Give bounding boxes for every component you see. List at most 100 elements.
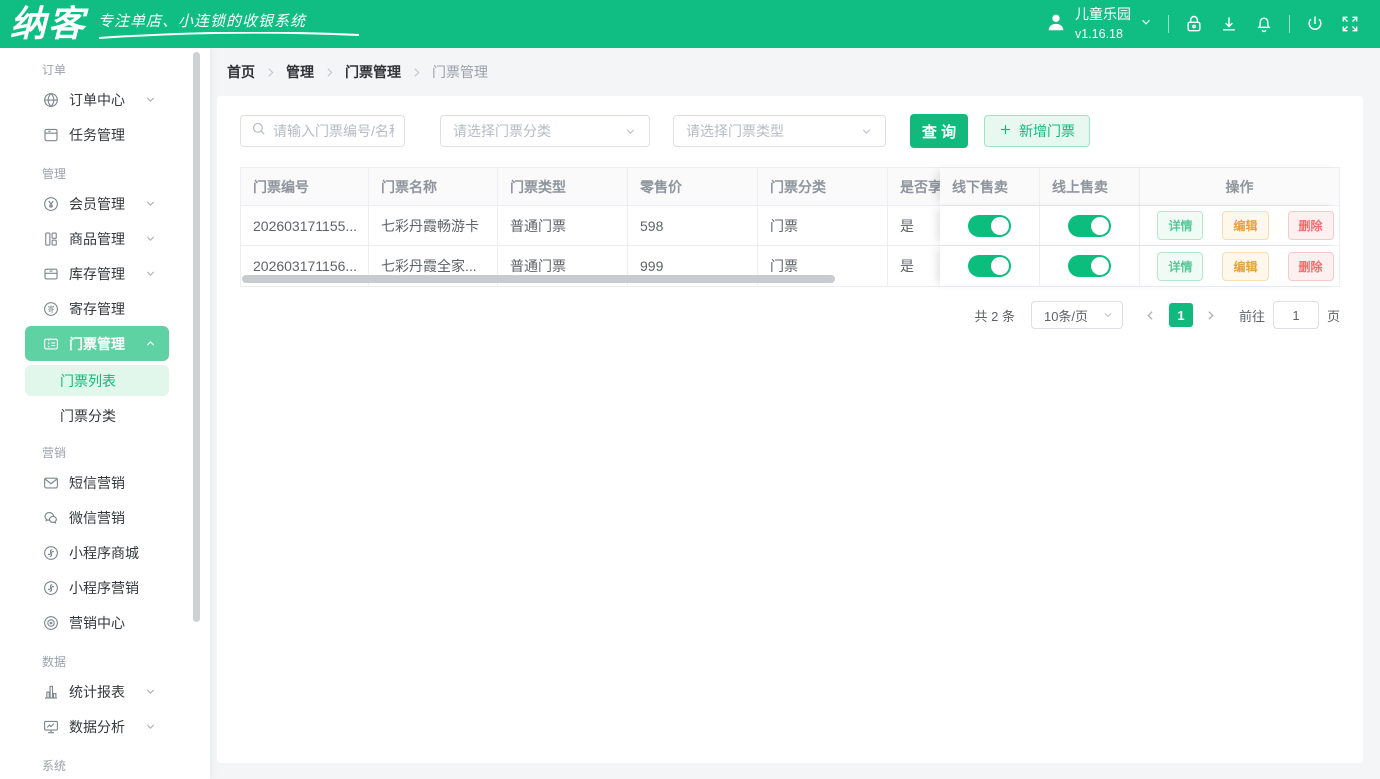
sidebar-item-微信营销[interactable]: 微信营销	[25, 500, 169, 535]
download-icon[interactable]	[1219, 14, 1239, 34]
online-sale-toggle[interactable]	[1068, 255, 1111, 277]
logo-tagline: 专注单店、小连锁的收银系统	[98, 10, 360, 31]
delete-button[interactable]: 删除	[1288, 211, 1334, 240]
breadcrumb-item: 门票管理	[432, 62, 488, 82]
column-header: 门票名称	[369, 168, 498, 205]
sidebar-item-营销中心[interactable]: 营销中心	[25, 605, 169, 640]
logo-underline-swoosh	[98, 32, 360, 40]
page-unit-label: 页	[1327, 306, 1340, 325]
column-header: 零售价	[628, 168, 758, 205]
column-header: 线上售卖	[1040, 168, 1140, 205]
sms-icon	[42, 474, 60, 492]
ticket-search-box[interactable]	[240, 115, 405, 147]
top-header: 纳客 专注单店、小连锁的收银系统 儿童乐园 v1.16.18	[0, 0, 1380, 48]
pagination: 共 2 条 10条/页 1 前往 页	[240, 301, 1340, 329]
edit-button[interactable]: 编辑	[1222, 211, 1268, 240]
column-header: 门票编号	[241, 168, 369, 205]
sidebar-item-统计报表[interactable]: 统计报表	[25, 674, 169, 709]
sidebar-item-label: 微信营销	[69, 508, 125, 528]
sidebar-item-label: 小程序营销	[69, 578, 139, 598]
column-header: 线下售卖	[940, 168, 1040, 205]
fullscreen-icon[interactable]	[1340, 14, 1360, 34]
sidebar-item-label: 统计报表	[69, 682, 125, 702]
detail-button[interactable]: 详情	[1157, 211, 1203, 240]
chevron-down-icon	[144, 232, 157, 245]
deposit-icon: 寄	[42, 300, 60, 318]
chevron-down-icon	[860, 125, 873, 138]
detail-button[interactable]: 详情	[1157, 252, 1203, 281]
page-size-select[interactable]: 10条/页	[1031, 301, 1123, 329]
ticket-type-select[interactable]: 请选择门票类型	[673, 115, 886, 147]
next-page-button[interactable]	[1199, 303, 1223, 327]
bell-icon[interactable]	[1254, 14, 1274, 34]
logo-text: 纳客	[10, 3, 86, 45]
query-button[interactable]: 查 询	[910, 114, 968, 148]
user-menu[interactable]: 儿童乐园 v1.16.18	[1045, 5, 1153, 43]
sidebar-item-库存管理[interactable]: 库存管理	[25, 256, 169, 291]
sidebar-item-会员管理[interactable]: 会员管理	[25, 186, 169, 221]
lock-icon[interactable]	[1184, 14, 1204, 34]
sidebar-item-label: 寄存管理	[69, 299, 125, 319]
horizontal-scrollbar[interactable]	[242, 275, 835, 283]
sidebar-item-数据分析[interactable]: 数据分析	[25, 709, 169, 744]
sidebar-item-小程序商城[interactable]: 小程序商城	[25, 535, 169, 570]
add-ticket-button[interactable]: 新增门票	[984, 115, 1090, 147]
chevron-down-icon	[624, 125, 637, 138]
brand-logo: 纳客 专注单店、小连锁的收银系统	[0, 3, 360, 45]
sidebar-item-商品管理[interactable]: 商品管理	[25, 221, 169, 256]
column-header: 操作	[1140, 168, 1339, 205]
sidebar-subitem-门票分类[interactable]: 门票分类	[25, 400, 169, 431]
column-header: 门票分类	[758, 168, 888, 205]
sidebar-item-label: 库存管理	[69, 264, 125, 284]
fixed-columns: 详情编辑删除	[940, 206, 1339, 245]
sidebar-item-label: 商品管理	[69, 229, 125, 249]
page-size-value: 10条/页	[1044, 306, 1088, 325]
sidebar-subitem-门票列表[interactable]: 门票列表	[25, 365, 169, 396]
power-icon[interactable]	[1305, 14, 1325, 34]
header-divider	[1289, 15, 1290, 33]
breadcrumb-item[interactable]: 管理	[286, 62, 314, 82]
goto-page-input[interactable]	[1273, 301, 1319, 329]
chevron-down-icon	[144, 720, 157, 733]
delete-button[interactable]: 删除	[1288, 252, 1334, 281]
goto-page-label: 前往	[1239, 306, 1265, 325]
sidebar-item-订单中心[interactable]: 订单中心	[25, 82, 169, 117]
sidebar-item-短信营销[interactable]: 短信营销	[25, 465, 169, 500]
sidebar-item-小程序营销[interactable]: 小程序营销	[25, 570, 169, 605]
member-icon	[42, 195, 60, 213]
ticket-category-select[interactable]: 请选择门票分类	[440, 115, 650, 147]
table-cell	[1040, 246, 1140, 286]
chevron-down-icon	[144, 93, 157, 106]
type-select-placeholder: 请选择门票类型	[686, 121, 784, 141]
search-icon	[251, 121, 266, 141]
table-cell: 门票	[758, 206, 888, 245]
add-ticket-label: 新增门票	[1019, 121, 1075, 141]
page-number-1[interactable]: 1	[1169, 303, 1193, 327]
offline-sale-toggle[interactable]	[968, 215, 1011, 237]
offline-sale-toggle[interactable]	[968, 255, 1011, 277]
sidebar-item-label: 数据分析	[69, 717, 125, 737]
sidebar-item-任务管理[interactable]: 任务管理	[25, 117, 169, 152]
breadcrumb-item[interactable]: 门票管理	[345, 62, 401, 82]
sidebar: 订单 订单中心 任务管理 管理 会员管理 商品管理 库存管理 寄 寄存管理	[0, 48, 210, 779]
column-header: 是否享	[888, 168, 940, 205]
chevron-right-icon	[264, 66, 277, 79]
prev-page-button[interactable]	[1139, 303, 1163, 327]
sidebar-section-label: 数据	[42, 653, 210, 671]
order-center-icon	[42, 91, 60, 109]
table-cell: 202603171155...	[241, 206, 369, 245]
wechat-icon	[42, 509, 60, 527]
ticket-table: 门票编号门票名称门票类型零售价门票分类 是否享 线下售卖线上售卖操作 20260…	[240, 167, 1340, 287]
sidebar-item-label: 小程序商城	[69, 543, 139, 563]
online-sale-toggle[interactable]	[1068, 215, 1111, 237]
monitor-icon	[42, 718, 60, 736]
sidebar-item-门票管理[interactable]: 门票管理	[25, 326, 169, 361]
chevron-down-icon	[144, 197, 157, 210]
ticket-search-input[interactable]	[273, 123, 394, 139]
toggle-knob	[1091, 257, 1109, 275]
sidebar-item-寄存管理[interactable]: 寄 寄存管理	[25, 291, 169, 326]
breadcrumb-item[interactable]: 首页	[227, 62, 255, 82]
edit-button[interactable]: 编辑	[1222, 252, 1268, 281]
vertical-scrollbar[interactable]	[193, 52, 200, 622]
header-actions: 儿童乐园 v1.16.18	[1045, 5, 1380, 43]
